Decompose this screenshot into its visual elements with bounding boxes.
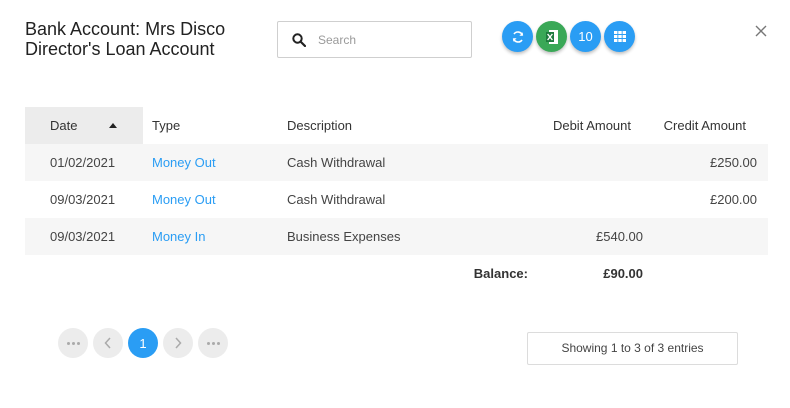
pagination-first-button[interactable] bbox=[58, 328, 88, 358]
search-icon bbox=[292, 33, 306, 47]
more-icon bbox=[66, 341, 80, 345]
page-size-button[interactable]: 10 bbox=[570, 21, 601, 52]
column-header-debit[interactable]: Debit Amount bbox=[553, 107, 631, 144]
cell-description: Business Expenses bbox=[287, 229, 401, 244]
sort-ascending-icon bbox=[109, 123, 117, 128]
chevron-left-icon bbox=[104, 337, 111, 349]
cell-credit: £200.00 bbox=[710, 192, 757, 207]
cell-date: 09/03/2021 bbox=[50, 192, 116, 207]
pagination-prev-button[interactable] bbox=[93, 328, 123, 358]
table-row: 01/02/2021 Money Out Cash Withdrawal £25… bbox=[25, 144, 768, 181]
cell-debit: £540.00 bbox=[596, 229, 643, 244]
pagination-next-button[interactable] bbox=[163, 328, 193, 358]
cell-type-link[interactable]: Money In bbox=[152, 218, 205, 255]
column-header-date[interactable]: Date bbox=[25, 107, 143, 144]
refresh-icon bbox=[512, 30, 523, 43]
search-input[interactable] bbox=[318, 22, 468, 57]
column-header-date-label: Date bbox=[50, 118, 78, 133]
balance-row: Balance: £90.00 bbox=[25, 255, 768, 292]
pagination-last-button[interactable] bbox=[198, 328, 228, 358]
balance-value: £90.00 bbox=[603, 266, 643, 281]
close-icon[interactable] bbox=[754, 24, 768, 38]
excel-icon bbox=[545, 29, 558, 44]
cell-date: 01/02/2021 bbox=[50, 155, 116, 170]
transactions-table: Date Type Description Debit Amount Credi… bbox=[25, 107, 768, 292]
table-row: 09/03/2021 Money In Business Expenses £5… bbox=[25, 218, 768, 255]
table-header-row: Date Type Description Debit Amount Credi… bbox=[25, 107, 768, 144]
column-header-description[interactable]: Description bbox=[287, 107, 352, 144]
title-line-2: Director's Loan Account bbox=[25, 39, 215, 59]
search-box[interactable] bbox=[277, 21, 472, 58]
export-excel-button[interactable] bbox=[536, 21, 567, 52]
title-line-1: Bank Account: Mrs Disco bbox=[25, 19, 226, 39]
cell-type-link[interactable]: Money Out bbox=[152, 181, 216, 218]
cell-description: Cash Withdrawal bbox=[287, 192, 386, 207]
column-header-credit[interactable]: Credit Amount bbox=[664, 107, 746, 144]
balance-label: Balance: bbox=[473, 266, 528, 281]
column-header-type[interactable]: Type bbox=[152, 107, 180, 144]
cell-date: 09/03/2021 bbox=[50, 229, 116, 244]
grid-icon bbox=[613, 31, 626, 42]
refresh-button[interactable] bbox=[502, 21, 533, 52]
cell-credit: £250.00 bbox=[710, 155, 757, 170]
pagination-page-button[interactable]: 1 bbox=[128, 328, 158, 358]
page-title: Bank Account: Mrs Disco Director's Loan … bbox=[25, 19, 265, 59]
cell-type-link[interactable]: Money Out bbox=[152, 144, 216, 181]
cell-description: Cash Withdrawal bbox=[287, 155, 386, 170]
table-row: 09/03/2021 Money Out Cash Withdrawal £20… bbox=[25, 181, 768, 218]
chevron-right-icon bbox=[175, 337, 182, 349]
more-icon bbox=[206, 341, 220, 345]
entries-info: Showing 1 to 3 of 3 entries bbox=[527, 332, 738, 365]
column-chooser-button[interactable] bbox=[604, 21, 635, 52]
